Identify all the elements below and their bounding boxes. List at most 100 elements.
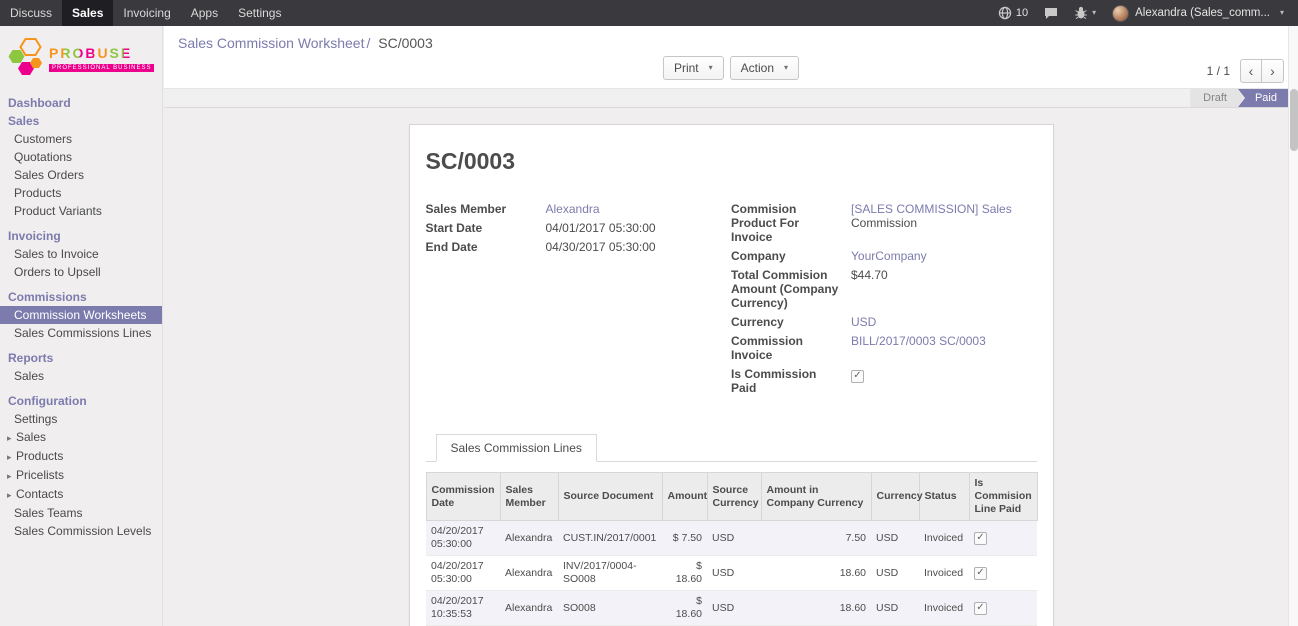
- sidebar-heading-invoicing[interactable]: Invoicing: [0, 227, 162, 245]
- field-label: Commission Invoice: [731, 334, 851, 362]
- scrollbar-thumb[interactable]: [1290, 89, 1298, 151]
- user-name: Alexandra (Sales_comm...: [1135, 7, 1270, 19]
- sales-member-link[interactable]: Alexandra: [546, 202, 600, 216]
- table-row[interactable]: 04/20/2017 05:30:00 Alexandra INV/2017/0…: [426, 556, 1037, 591]
- caret-down-icon: ▾: [1280, 9, 1284, 17]
- sidebar-item-orders-to-upsell[interactable]: Orders to Upsell: [0, 263, 162, 281]
- action-button[interactable]: Action ▾: [730, 56, 799, 80]
- col-source-currency: Source Currency: [707, 473, 761, 521]
- col-amount-company-currency: Amount in Company Currency: [761, 473, 871, 521]
- cell-line-paid: ✓: [969, 521, 1037, 556]
- currency-link[interactable]: USD: [851, 315, 876, 329]
- field-label: End Date: [426, 240, 546, 254]
- debug-button[interactable]: ▾: [1066, 0, 1104, 26]
- top-menu-list: Discuss Sales Invoicing Apps Settings: [0, 0, 291, 26]
- print-button-label: Print: [674, 61, 699, 75]
- form-sheet: SC/0003 Sales Member Alexandra Start Dat…: [409, 124, 1054, 626]
- field-sales-member: Sales Member Alexandra: [426, 202, 732, 216]
- sidebar-item-commission-worksheets[interactable]: Commission Worksheets: [0, 306, 162, 324]
- sidebar-item-label: Pricelists: [16, 468, 64, 482]
- sidebar-item-sales-teams[interactable]: Sales Teams: [0, 504, 162, 522]
- sidebar-item-config-contacts[interactable]: ▸Contacts: [0, 485, 162, 504]
- col-is-commission-line-paid: Is Commision Line Paid: [969, 473, 1037, 521]
- commission-lines-table: Commission Date Sales Member Source Docu…: [426, 472, 1038, 626]
- activities-button[interactable]: 10: [990, 0, 1036, 26]
- breadcrumb-separator: /: [366, 35, 370, 51]
- col-commission-date: Commission Date: [426, 473, 500, 521]
- commission-invoice-link[interactable]: BILL/2017/0003 SC/0003: [851, 334, 986, 348]
- sidebar-item-config-sales[interactable]: ▸Sales: [0, 428, 162, 447]
- field-is-commission-paid: Is Commission Paid ✓: [731, 367, 1037, 395]
- breadcrumb-current: SC/0003: [378, 35, 432, 51]
- sidebar-item-sales-commissions-lines[interactable]: Sales Commissions Lines: [0, 324, 162, 342]
- sidebar-heading-dashboard[interactable]: Dashboard: [0, 94, 162, 112]
- sidebar-item-sales-commission-levels[interactable]: Sales Commission Levels: [0, 522, 162, 540]
- menu-discuss[interactable]: Discuss: [0, 0, 62, 26]
- cell-amount: $ 7.50: [662, 521, 707, 556]
- logo-title: PROBUSE: [49, 46, 154, 61]
- caret-down-icon: ▾: [784, 64, 788, 72]
- pager-prev-button[interactable]: ‹: [1240, 59, 1262, 83]
- sidebar-heading-commissions[interactable]: Commissions: [0, 288, 162, 306]
- breadcrumb: Sales Commission Worksheet/ SC/0003: [178, 35, 433, 51]
- sidebar-item-reports-sales[interactable]: Sales: [0, 367, 162, 385]
- company-link[interactable]: YourCompany: [851, 249, 927, 263]
- cell-sales-member: Alexandra: [500, 591, 558, 626]
- sidebar-item-config-products[interactable]: ▸Products: [0, 447, 162, 466]
- cell-currency: USD: [871, 591, 919, 626]
- field-label: Company: [731, 249, 851, 263]
- caret-right-icon: ▸: [7, 469, 16, 483]
- sidebar-heading-configuration[interactable]: Configuration: [0, 392, 162, 410]
- action-button-label: Action: [741, 61, 774, 75]
- messages-button[interactable]: [1036, 0, 1066, 26]
- sidebar-heading-reports[interactable]: Reports: [0, 349, 162, 367]
- cell-amount-company: 7.50: [761, 521, 871, 556]
- activity-count: 10: [1016, 7, 1028, 19]
- table-row[interactable]: 04/20/2017 05:30:00 Alexandra CUST.IN/20…: [426, 521, 1037, 556]
- globe-icon: [998, 6, 1012, 20]
- tab-sales-commission-lines[interactable]: Sales Commission Lines: [436, 434, 597, 462]
- chevron-left-icon: ‹: [1249, 63, 1254, 79]
- breadcrumb-parent-link[interactable]: Sales Commission Worksheet: [178, 35, 364, 51]
- sidebar-item-config-pricelists[interactable]: ▸Pricelists: [0, 466, 162, 485]
- commission-product-link[interactable]: [SALES COMMISSION] Sales: [851, 202, 1012, 216]
- field-group-right: Commision Product For Invoice [SALES COM…: [731, 202, 1037, 400]
- sidebar-heading-sales[interactable]: Sales: [0, 112, 162, 130]
- notebook-tabs: Sales Commission Lines: [426, 434, 1037, 462]
- sidebar-nav: Dashboard Sales Customers Quotations Sal…: [0, 94, 162, 540]
- sidebar-item-sales-orders[interactable]: Sales Orders: [0, 166, 162, 184]
- sidebar-item-sales-to-invoice[interactable]: Sales to Invoice: [0, 245, 162, 263]
- pager-buttons: ‹ ›: [1240, 59, 1284, 83]
- field-total-commission: Total Commision Amount (Company Currency…: [731, 268, 1037, 310]
- sidebar-item-quotations[interactable]: Quotations: [0, 148, 162, 166]
- pager-next-button[interactable]: ›: [1262, 59, 1284, 83]
- checkbox-checked-icon: ✓: [974, 602, 987, 615]
- sidebar-item-product-variants[interactable]: Product Variants: [0, 202, 162, 220]
- sidebar-item-products[interactable]: Products: [0, 184, 162, 202]
- checkbox-checked-icon: ✓: [851, 370, 864, 383]
- user-menu[interactable]: Alexandra (Sales_comm... ▾: [1104, 0, 1292, 26]
- print-button[interactable]: Print ▾: [663, 56, 724, 80]
- menu-sales[interactable]: Sales: [62, 0, 113, 26]
- caret-right-icon: ▸: [7, 431, 16, 445]
- menu-settings[interactable]: Settings: [228, 0, 291, 26]
- menu-invoicing[interactable]: Invoicing: [113, 0, 180, 26]
- field-label: Total Commision Amount (Company Currency…: [731, 268, 851, 310]
- menu-apps[interactable]: Apps: [181, 0, 228, 26]
- probuse-logo-icon: [8, 38, 44, 80]
- record-title: SC/0003: [426, 148, 1037, 175]
- status-paid[interactable]: Paid: [1238, 89, 1290, 107]
- cell-amount-company: 18.60: [761, 556, 871, 591]
- sidebar-item-customers[interactable]: Customers: [0, 130, 162, 148]
- status-draft[interactable]: Draft: [1190, 89, 1244, 107]
- table-row[interactable]: 04/20/2017 10:35:53 Alexandra SO008 $ 18…: [426, 591, 1037, 626]
- col-source-document: Source Document: [558, 473, 662, 521]
- vertical-scrollbar[interactable]: [1288, 26, 1298, 626]
- cell-source-document: INV/2017/0004-SO008: [558, 556, 662, 591]
- cell-sales-member: Alexandra: [500, 556, 558, 591]
- app-logo[interactable]: PROBUSE PROFESSIONAL BUSINESS: [0, 26, 162, 94]
- cell-currency: USD: [871, 556, 919, 591]
- sidebar-item-settings[interactable]: Settings: [0, 410, 162, 428]
- field-company: Company YourCompany: [731, 249, 1037, 263]
- cell-commission-date: 04/20/2017 10:35:53: [426, 591, 500, 626]
